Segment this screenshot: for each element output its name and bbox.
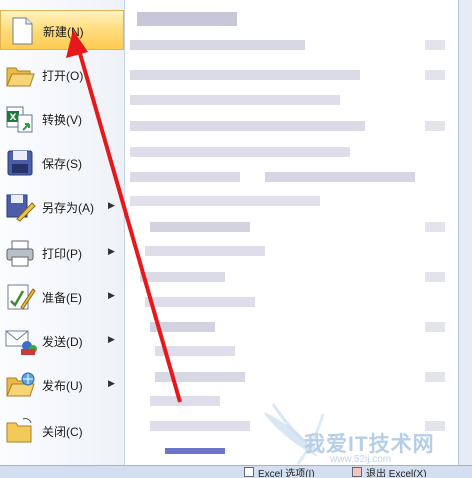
recent-document-pin[interactable] <box>425 322 445 332</box>
close-folder-icon <box>6 418 32 443</box>
recent-document-blurred[interactable] <box>155 346 235 356</box>
recent-document-blurred[interactable] <box>140 272 225 282</box>
exit-excel-label: 退出 Excel(X) <box>366 468 427 478</box>
recent-document-blurred[interactable] <box>130 172 240 182</box>
recent-document-blurred[interactable] <box>137 12 237 26</box>
submenu-arrow-icon: ▶ <box>108 334 115 344</box>
options-icon <box>244 467 254 477</box>
menu-item-open-label: 打开(O) <box>42 69 84 83</box>
open-folder-icon <box>6 67 35 87</box>
submenu-arrow-icon: ▶ <box>108 246 115 256</box>
office-button-menu: 新建(N) 打开(O) X 转换(V) 保存(S) 另存为(A) ▶ 打印(P)… <box>0 0 472 465</box>
menu-item-send[interactable]: 发送(D) ▶ <box>0 321 124 361</box>
menu-item-new-label: 新建(N) <box>43 25 84 39</box>
submenu-arrow-icon: ▶ <box>108 200 115 210</box>
menu-item-print[interactable]: 打印(P) ▶ <box>0 233 124 273</box>
recent-document-blurred[interactable] <box>130 121 365 131</box>
watermark-url: www.52ij.com <box>330 454 392 465</box>
excel-options-label: Excel 选项(I) <box>258 468 315 478</box>
worksheet-edge <box>458 0 472 465</box>
menu-item-close[interactable]: 关闭(C) <box>0 411 124 451</box>
recent-documents-panel <box>125 0 465 465</box>
menu-item-open[interactable]: 打开(O) <box>0 55 124 95</box>
recent-document-blurred[interactable] <box>130 95 340 105</box>
menu-item-save[interactable]: 保存(S) <box>0 143 124 183</box>
recent-document-blurred[interactable] <box>145 297 255 307</box>
recent-document-blurred[interactable] <box>150 322 215 332</box>
save-disk-icon <box>7 150 33 176</box>
menu-item-new[interactable]: 新建(N) <box>0 10 124 50</box>
recent-document-pin[interactable] <box>425 372 445 382</box>
svg-text:X: X <box>10 113 17 123</box>
menu-item-convert[interactable]: X 转换(V) <box>0 99 124 139</box>
recent-document-blurred[interactable] <box>130 147 350 157</box>
recent-document-blurred[interactable] <box>150 396 220 406</box>
menu-item-prepare[interactable]: 准备(E) ▶ <box>0 277 124 317</box>
recent-document-pin[interactable] <box>425 121 445 131</box>
printer-icon <box>6 240 34 267</box>
menu-item-save-as-label: 另存为(A) <box>42 201 94 215</box>
recent-document-pin[interactable] <box>425 70 445 80</box>
menu-footer-bar: Excel 选项(I) 退出 Excel(X) <box>0 465 472 478</box>
recent-document-blurred[interactable] <box>130 40 305 50</box>
recent-document-blurred[interactable] <box>130 196 320 206</box>
save-as-icon <box>6 194 36 222</box>
menu-commands-panel: 新建(N) 打开(O) X 转换(V) 保存(S) 另存为(A) ▶ 打印(P)… <box>0 0 125 465</box>
excel-options-button[interactable]: Excel 选项(I) <box>244 467 344 477</box>
publish-icon <box>6 372 35 397</box>
recent-document-pin[interactable] <box>425 272 445 282</box>
menu-item-publish[interactable]: 发布(U) ▶ <box>0 365 124 405</box>
exit-excel-button[interactable]: 退出 Excel(X) <box>352 467 470 477</box>
prepare-icon <box>7 284 36 310</box>
menu-item-publish-label: 发布(U) <box>42 379 83 393</box>
recent-document-pin[interactable] <box>425 40 445 50</box>
new-document-icon <box>12 17 33 45</box>
menu-item-save-label: 保存(S) <box>42 157 82 171</box>
exit-icon <box>352 467 362 477</box>
send-icon <box>5 330 37 355</box>
convert-icon: X <box>6 106 33 133</box>
menu-item-send-label: 发送(D) <box>42 335 83 349</box>
menu-item-prepare-label: 准备(E) <box>42 291 82 305</box>
recent-document-blurred[interactable] <box>130 70 360 80</box>
submenu-arrow-icon: ▶ <box>108 290 115 300</box>
recent-document-blurred[interactable] <box>145 246 265 256</box>
menu-item-save-as[interactable]: 另存为(A) ▶ <box>0 187 124 227</box>
submenu-arrow-icon: ▶ <box>108 378 115 388</box>
recent-document-blurred[interactable] <box>265 172 415 182</box>
recent-document-blurred[interactable] <box>155 372 245 382</box>
recent-document-blurred[interactable] <box>150 421 250 431</box>
recent-document-blurred <box>165 448 225 454</box>
menu-item-convert-label: 转换(V) <box>42 113 82 127</box>
recent-document-pin[interactable] <box>425 222 445 232</box>
menu-item-close-label: 关闭(C) <box>42 425 83 439</box>
menu-item-print-label: 打印(P) <box>42 247 82 261</box>
recent-document-blurred[interactable] <box>150 222 250 232</box>
